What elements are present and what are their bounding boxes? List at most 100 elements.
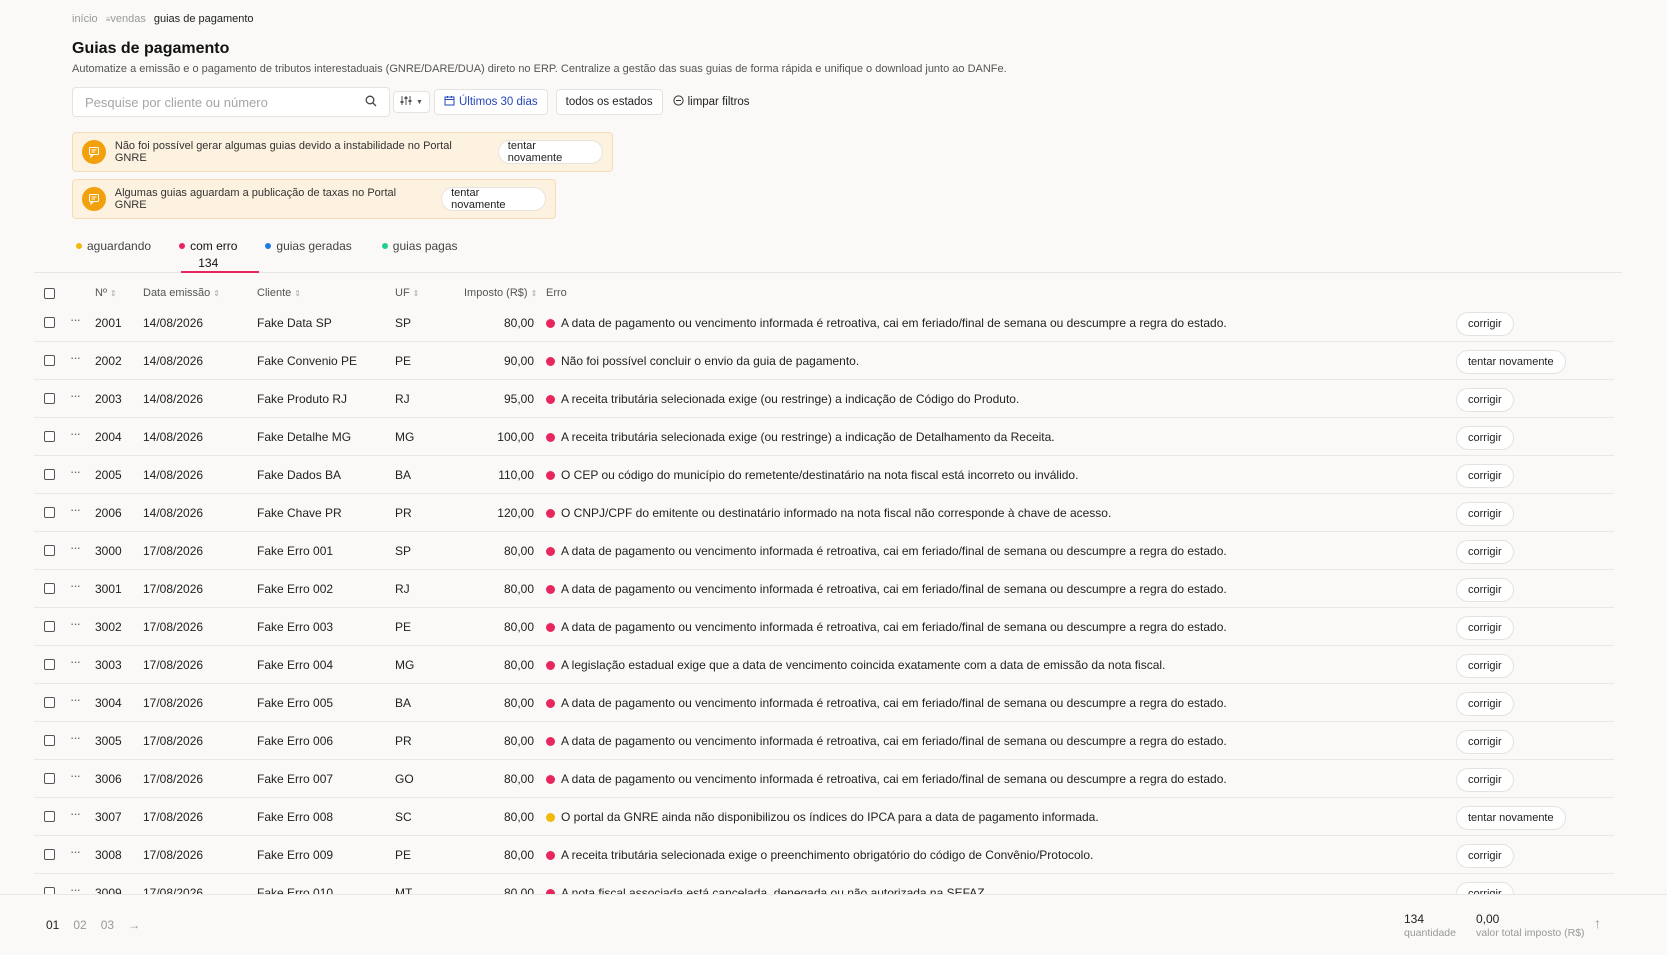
table-row[interactable]: ··· 2005 14/08/2026 Fake Dados BA BA 110,00 O … (34, 456, 1614, 494)
row-checkbox[interactable] (44, 545, 55, 556)
table-row[interactable]: ··· 3001 17/08/2026 Fake Erro 002 RJ 80,00 A d… (34, 570, 1614, 608)
row-checkbox[interactable] (44, 849, 55, 860)
row-action-button[interactable]: corrigir (1456, 730, 1514, 754)
row-checkbox[interactable] (44, 735, 55, 746)
table-row[interactable]: ··· 3000 17/08/2026 Fake Erro 001 SP 80,00 A d… (34, 532, 1614, 570)
row-error: A receita tributária selecionada exige o… (546, 848, 1093, 862)
table-row[interactable]: ··· 2001 14/08/2026 Fake Data SP SP 80,00 A da… (34, 304, 1614, 342)
row-action-button[interactable]: tentar novamente (1456, 806, 1566, 830)
row-checkbox[interactable] (44, 431, 55, 442)
column-client[interactable]: Cliente ⇕ (257, 287, 301, 299)
page-2[interactable]: 02 (73, 918, 86, 932)
tab-com-erro[interactable]: com erro 134 (179, 239, 237, 270)
page-1[interactable]: 01 (46, 918, 59, 932)
state-filter[interactable]: todos os estados (555, 89, 663, 115)
row-checkbox[interactable] (44, 583, 55, 594)
row-action-button[interactable]: corrigir (1456, 692, 1514, 716)
tab-guias-geradas[interactable]: guias geradas (265, 239, 352, 270)
row-action-button[interactable]: corrigir (1456, 312, 1514, 336)
row-action-button[interactable]: corrigir (1456, 616, 1514, 640)
row-action-button[interactable]: corrigir (1456, 502, 1514, 526)
more-options-icon[interactable]: ··· (70, 350, 81, 365)
select-all-checkbox[interactable] (44, 288, 55, 299)
row-number: 2001 (95, 316, 122, 330)
table-row[interactable]: ··· 3007 17/08/2026 Fake Erro 008 SC 80,00 O p… (34, 798, 1614, 836)
row-client: Fake Convenio PE (257, 354, 358, 368)
table-row[interactable]: ··· 3005 17/08/2026 Fake Erro 006 PR 80,00 A d… (34, 722, 1614, 760)
row-tax: 80,00 (503, 544, 534, 558)
table-row[interactable]: ··· 3003 17/08/2026 Fake Erro 004 MG 80,00 A l… (34, 646, 1614, 684)
more-options-icon[interactable]: ··· (70, 730, 81, 745)
table-row[interactable]: ··· 2004 14/08/2026 Fake Detalhe MG MG 100,00… (34, 418, 1614, 456)
row-action-button[interactable]: corrigir (1456, 654, 1514, 678)
footer: 01 02 03 → 134 quantidade 0,00 valor tot… (0, 894, 1667, 955)
row-action-button[interactable]: corrigir (1456, 768, 1514, 792)
row-checkbox[interactable] (44, 697, 55, 708)
row-checkbox[interactable] (44, 317, 55, 328)
more-options-icon[interactable]: ··· (70, 768, 81, 783)
more-options-icon[interactable]: ··· (70, 426, 81, 441)
row-checkbox[interactable] (44, 507, 55, 518)
row-action-button[interactable]: corrigir (1456, 540, 1514, 564)
row-checkbox[interactable] (44, 773, 55, 784)
retry-button[interactable]: tentar novamente (441, 187, 546, 211)
row-action-button[interactable]: corrigir (1456, 578, 1514, 602)
more-options-icon[interactable]: ··· (70, 616, 81, 631)
status-dot (546, 432, 555, 442)
more-options-icon[interactable]: ··· (70, 692, 81, 707)
arrow-up-icon[interactable]: ↑ (1594, 915, 1601, 931)
row-checkbox[interactable] (44, 659, 55, 670)
table-row[interactable]: ··· 3002 17/08/2026 Fake Erro 003 PE 80,00 A d… (34, 608, 1614, 646)
table-row[interactable]: ··· 3008 17/08/2026 Fake Erro 009 PE 80,00 A r… (34, 836, 1614, 874)
more-options-icon[interactable]: ··· (70, 806, 81, 821)
more-options-icon[interactable]: ··· (70, 464, 81, 479)
column-date[interactable]: Data emissão ⇕ (143, 287, 220, 299)
more-options-icon[interactable]: ··· (70, 502, 81, 517)
row-checkbox[interactable] (44, 887, 55, 894)
date-filter[interactable]: Últimos 30 dias (434, 89, 548, 115)
retry-button[interactable]: tentar novamente (497, 140, 603, 164)
table-row[interactable]: ··· 2002 14/08/2026 Fake Convenio PE PE 90,00… (34, 342, 1614, 380)
column-uf[interactable]: UF ⇕ (395, 287, 419, 299)
alert-text: Algumas guias aguardam a publicação de t… (114, 187, 397, 211)
row-action-button[interactable]: corrigir (1456, 464, 1514, 488)
search-icon[interactable] (359, 95, 383, 110)
row-action-button[interactable]: corrigir (1456, 844, 1514, 868)
row-action-button[interactable]: corrigir (1456, 882, 1514, 894)
table-row[interactable]: ··· 2003 14/08/2026 Fake Produto RJ RJ 95,00 A… (34, 380, 1614, 418)
row-checkbox[interactable] (44, 811, 55, 822)
row-checkbox[interactable] (44, 355, 55, 366)
more-options-icon[interactable]: ··· (70, 882, 81, 894)
table-row[interactable]: ··· 3006 17/08/2026 Fake Erro 007 GO 80,00 A d… (34, 760, 1614, 798)
row-number: 3008 (95, 848, 122, 862)
more-options-icon[interactable]: ··· (70, 844, 81, 859)
row-checkbox[interactable] (44, 393, 55, 404)
filter-options-button[interactable]: ▼ (393, 91, 430, 113)
table-row[interactable]: ··· 3009 17/08/2026 Fake Erro 010 MT 80,00 A n… (34, 874, 1614, 894)
next-page-arrow-icon[interactable]: → (128, 918, 140, 932)
search-input[interactable] (85, 94, 359, 110)
more-options-icon[interactable]: ··· (70, 578, 81, 593)
more-options-icon[interactable]: ··· (70, 388, 81, 403)
row-uf: MT (395, 886, 413, 894)
tab-aguardando[interactable]: aguardando (76, 239, 151, 270)
breadcrumb: início ≡vendas guias de pagamento (72, 13, 254, 25)
row-action-button[interactable]: corrigir (1456, 388, 1514, 412)
more-options-icon[interactable]: ··· (70, 654, 81, 669)
breadcrumb-vendas[interactable]: ≡vendas (106, 13, 146, 25)
table-row[interactable]: ··· 3004 17/08/2026 Fake Erro 005 BA 80,00 A d… (34, 684, 1614, 722)
breadcrumb-home[interactable]: início (72, 13, 98, 25)
row-action-button[interactable]: tentar novamente (1456, 350, 1566, 374)
row-checkbox[interactable] (44, 621, 55, 632)
table-row[interactable]: ··· 2006 14/08/2026 Fake Chave PR PR 120,00 O … (34, 494, 1614, 532)
more-options-icon[interactable]: ··· (70, 312, 81, 327)
row-checkbox[interactable] (44, 469, 55, 480)
clear-filters-button[interactable]: limpar filtros (671, 89, 752, 115)
page-3[interactable]: 03 (101, 918, 114, 932)
column-tax[interactable]: Imposto (R$) ⇕ (464, 287, 537, 299)
row-action-button[interactable]: corrigir (1456, 426, 1514, 450)
column-num[interactable]: Nº ⇕ (95, 287, 117, 299)
row-date: 17/08/2026 (143, 658, 204, 672)
tab-guias-pagas[interactable]: guias pagas (381, 239, 458, 270)
more-options-icon[interactable]: ··· (70, 540, 81, 555)
